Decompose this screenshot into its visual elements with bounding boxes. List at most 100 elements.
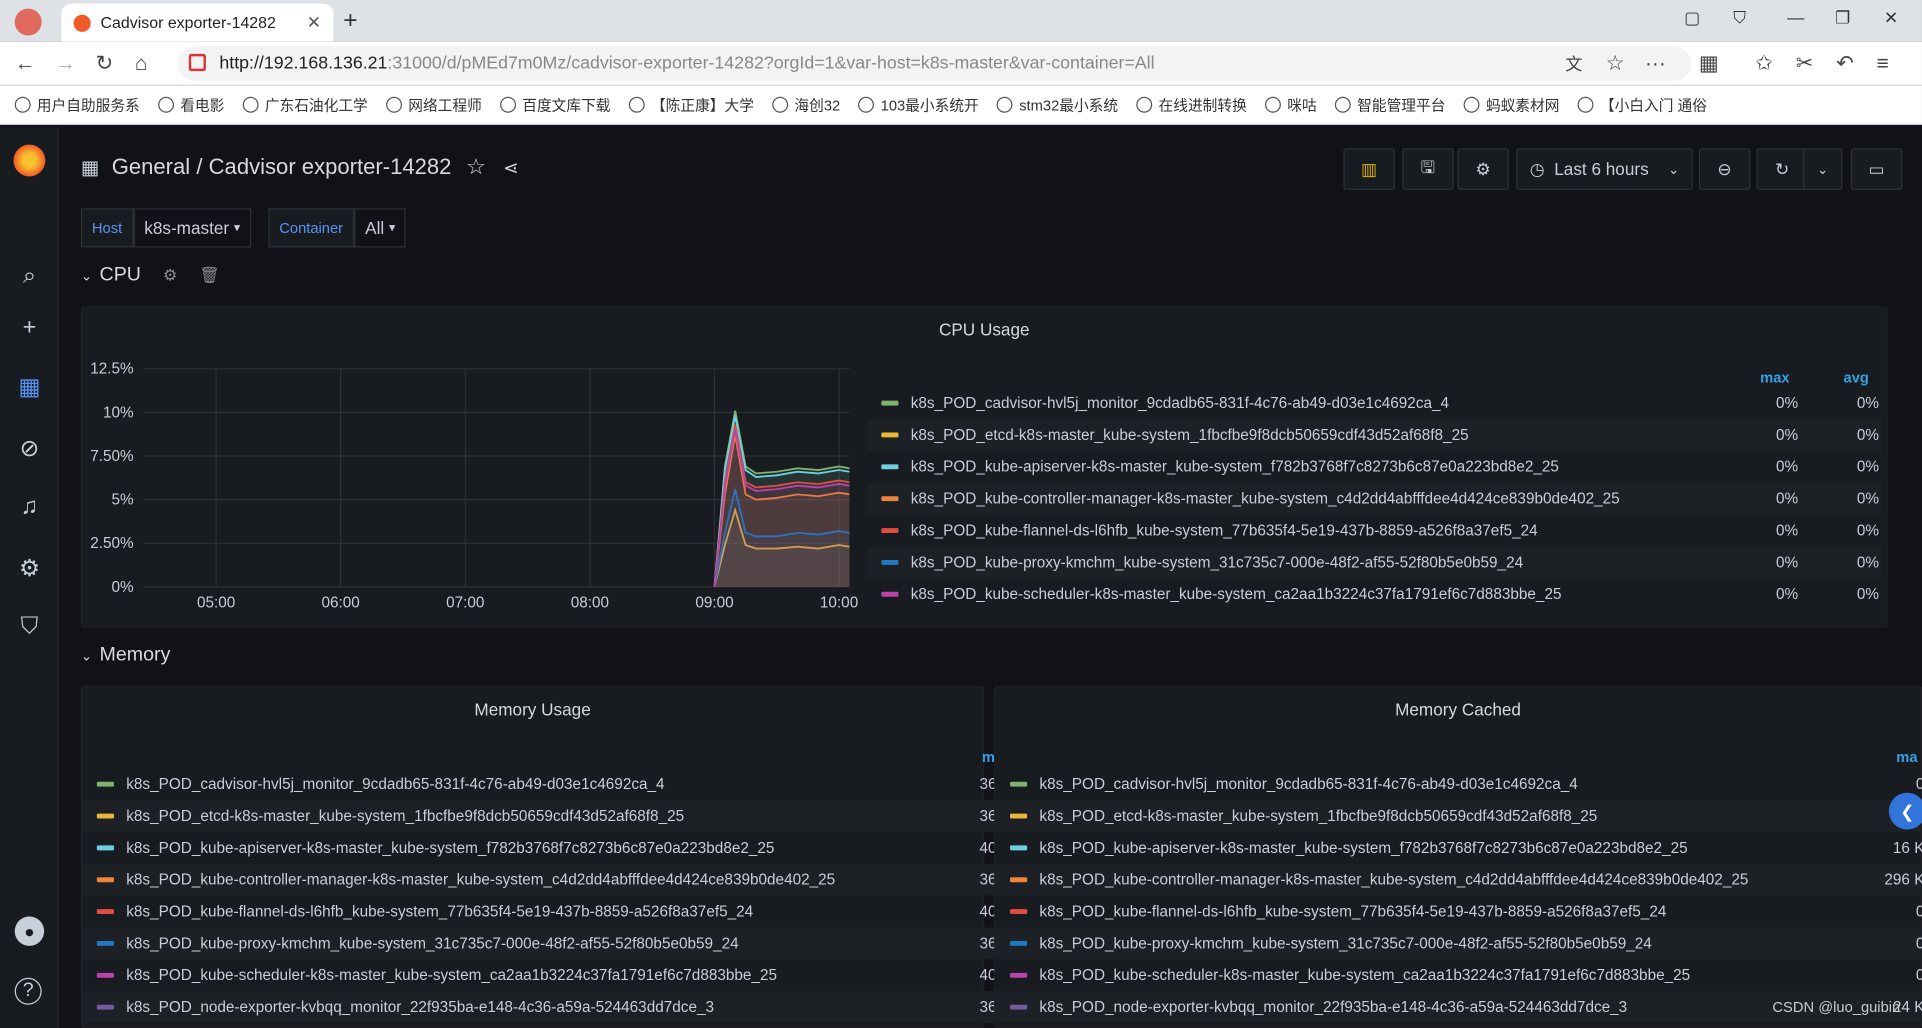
series-color-swatch[interactable] (96, 972, 114, 978)
translate-icon[interactable]: 文 (1565, 51, 1582, 76)
series-color-swatch[interactable] (1010, 909, 1028, 915)
legend-item[interactable]: k8s_POD_kube-flannel-ds-l6hfb_kube-syste… (82, 896, 999, 928)
zoom-out-button[interactable]: ⊖ (1698, 148, 1751, 190)
legend-item[interactable]: k8s_POD_kube-controller-manager-k8s-mast… (866, 482, 1882, 515)
bookmark-item[interactable]: 用户自助服务系 (14, 94, 140, 115)
row-memory[interactable]: ⌄ Memory (81, 644, 170, 666)
cpu-usage-graph[interactable]: 0% 2.50% 5% 7.50% 10% 12.5% 05:00 06:00 07:00 08:… (82, 308, 866, 614)
legend-item[interactable]: k8s_POD_kube-controller-manager-k8s-mast… (82, 863, 999, 896)
series-color-swatch[interactable] (96, 877, 114, 883)
legend-item[interactable]: k8s_POD_kube-scheduler-k8s-master_kube-s… (82, 959, 999, 991)
user-avatar-icon[interactable]: ● (14, 916, 45, 946)
tv-mode-button[interactable]: ▭ (1850, 148, 1903, 190)
more-dots-icon[interactable]: ··· (1645, 51, 1666, 76)
legend-item[interactable]: k8s_POD_etcd-k8s-master_kube-system_1fbc… (995, 800, 1922, 832)
series-color-swatch[interactable] (96, 941, 114, 946)
refresh-button[interactable]: ↻ (1756, 148, 1808, 190)
series-color-swatch[interactable] (881, 432, 899, 438)
cut-icon[interactable]: ✂ (1796, 51, 1813, 76)
bookmark-item[interactable]: 在线进制转换 (1136, 94, 1247, 115)
dashboard-settings-button[interactable]: ⚙ (1457, 148, 1509, 190)
browser-tab[interactable]: Cadvisor exporter-14282 ✕ (61, 3, 334, 42)
new-tab-icon[interactable]: + (343, 7, 357, 35)
series-color-swatch[interactable] (96, 813, 114, 819)
legend-item[interactable]: k8s_POD_kube-flannel-ds-l6hfb_kube-syste… (995, 896, 1922, 928)
bookmark-item[interactable]: 103最小系统开 (858, 94, 979, 115)
collections-icon[interactable]: ⛉ (1733, 7, 1746, 28)
reload-icon[interactable]: ↻ (96, 51, 113, 76)
legend-item[interactable]: k8s_POD_cadvisor-hvl5j_monitor_9cdadb65-… (995, 768, 1922, 800)
url-input[interactable]: http://192.168.136.21:31000/d/pMEd7m0Mz/… (177, 46, 1692, 81)
legend-item[interactable]: k8s_POD_kube-scheduler-k8s-master_kube-s… (995, 959, 1922, 991)
legend-item[interactable]: k8s_POD_kube-proxy-kmchm_kube-system_31c… (995, 927, 1922, 960)
legend-series-name[interactable]: k8s_POD_kube-controller-manager-k8s-mast… (126, 871, 962, 888)
legend-series-name[interactable]: k8s_POD_etcd-k8s-master_kube-system_1fbc… (911, 426, 1720, 443)
legend-series-name[interactable]: k8s_POD_kube-flannel-ds-l6hfb_kube-syste… (1039, 903, 1873, 920)
tab-count-icon[interactable]: ▢ (1684, 7, 1700, 28)
legend-item[interactable]: k8s_POD_kube-proxy-kmchm_kube-system_31c… (82, 927, 999, 960)
favorites-icon[interactable]: ✩ (1755, 51, 1772, 76)
series-color-swatch[interactable] (881, 528, 899, 533)
collapse-chevron-left-icon[interactable]: ❮ (1888, 792, 1922, 830)
create-plus-icon[interactable]: + (15, 314, 44, 343)
panel-title[interactable]: Memory Usage (82, 700, 983, 720)
alerting-bell-icon[interactable]: ♫ (15, 493, 44, 522)
series-color-swatch[interactable] (1010, 845, 1028, 851)
host-variable-select[interactable]: k8s-master ▾ (133, 208, 252, 248)
refresh-interval-dropdown[interactable]: ⌄ (1803, 148, 1843, 190)
series-color-swatch[interactable] (881, 464, 899, 470)
help-icon[interactable]: ? (14, 977, 42, 1005)
legend-header-avg[interactable]: avg (1844, 369, 1869, 386)
dashboards-icon[interactable]: ▦ (15, 372, 44, 401)
legend-series-name[interactable]: k8s_POD_kube-proxy-kmchm_kube-system_31c… (126, 935, 962, 952)
legend-series-name[interactable]: k8s_POD_kube-scheduler-k8s-master_kube-s… (911, 586, 1720, 603)
legend-series-name[interactable]: k8s_POD_kube-scheduler-k8s-master_kube-s… (126, 967, 962, 984)
legend-series-name[interactable]: k8s_POD_etcd-k8s-master_kube-system_1fbc… (126, 807, 962, 824)
legend-series-name[interactable]: k8s_POD_kube-flannel-ds-l6hfb_kube-syste… (911, 522, 1720, 539)
series-color-swatch[interactable] (881, 496, 899, 502)
insecure-site-icon[interactable] (188, 53, 206, 72)
legend-item[interactable]: k8s_POD_kube-apiserver-k8s-master_kube-s… (995, 832, 1922, 864)
profile-avatar-icon[interactable] (14, 8, 42, 36)
star-icon[interactable]: ☆ (1606, 51, 1625, 76)
row-settings-gear-icon[interactable]: ⚙ (163, 266, 177, 286)
bookmark-item[interactable]: 网络工程师 (386, 94, 482, 115)
legend-series-name[interactable]: k8s_POD_cadvisor-hvl5j_monitor_9cdadb65-… (1039, 776, 1873, 793)
save-dashboard-button[interactable]: 🖫 (1402, 148, 1454, 190)
legend-item[interactable]: k8s_POD_kube-proxy-kmchm_kube-system_31c… (866, 546, 1882, 579)
close-window-icon[interactable]: ✕ (1884, 7, 1898, 28)
memory-cached-panel[interactable]: Memory Cached ma k8s_POD_cadvisor-hvl5j_… (994, 686, 1922, 1028)
bookmark-item[interactable]: 智能管理平台 (1335, 94, 1445, 115)
legend-item[interactable]: k8s_POD_cadvisor-hvl5j_monitor_9cdadb65-… (82, 768, 999, 800)
legend-series-name[interactable]: k8s_POD_node-exporter-kvbqq_monitor_22f9… (126, 999, 962, 1016)
legend-item[interactable]: k8s_POD_cadvisor-hvl5j_monitor_9cdadb65-… (867, 387, 1882, 419)
server-admin-shield-icon[interactable]: ⛉ (15, 613, 44, 642)
series-color-swatch[interactable] (96, 845, 114, 851)
bookmark-item[interactable]: stm32最小系统 (997, 94, 1118, 115)
series-color-swatch[interactable] (1010, 877, 1028, 883)
legend-series-name[interactable]: k8s_POD_kube-controller-manager-k8s-mast… (1039, 871, 1873, 888)
series-color-swatch[interactable] (881, 559, 899, 565)
series-color-swatch[interactable] (96, 1004, 114, 1010)
container-variable-select[interactable]: All ▾ (354, 208, 407, 248)
series-color-swatch[interactable] (881, 400, 899, 406)
explore-compass-icon[interactable]: ⊘ (15, 434, 44, 463)
page-title[interactable]: / Cadvisor exporter-14282 (196, 154, 451, 180)
legend-series-name[interactable]: k8s_POD_kube-flannel-ds-l6hfb_kube-syste… (126, 903, 962, 920)
legend-series-name[interactable]: k8s_POD_kube-apiserver-k8s-master_kube-s… (1039, 839, 1873, 856)
configuration-gear-icon[interactable]: ⚙ (15, 554, 44, 583)
grafana-logo-icon[interactable] (13, 144, 46, 177)
bookmark-item[interactable]: 【陈正康】大学 (628, 94, 754, 115)
bookmark-item[interactable]: 海创32 (772, 94, 840, 115)
add-panel-button[interactable]: ▥ (1343, 148, 1395, 190)
search-icon[interactable]: ⌕ (15, 262, 44, 291)
bookmark-item[interactable]: 蚂蚁素材网 (1463, 94, 1559, 115)
share-icon[interactable]: ⋖ (503, 156, 518, 178)
series-color-swatch[interactable] (1010, 1004, 1028, 1010)
bookmark-item[interactable]: 百度文库下载 (500, 94, 611, 115)
series-color-swatch[interactable] (96, 909, 114, 915)
time-picker-button[interactable]: ◷ Last 6 hours ⌄ (1516, 148, 1693, 190)
legend-series-name[interactable]: k8s_POD_kube-proxy-kmchm_kube-system_31c… (1039, 935, 1873, 952)
legend-series-name[interactable]: k8s_POD_kube-scheduler-k8s-master_kube-s… (1039, 967, 1873, 984)
legend-item[interactable]: k8s_POD_kube-scheduler-k8s-master_kube-s… (867, 578, 1882, 610)
